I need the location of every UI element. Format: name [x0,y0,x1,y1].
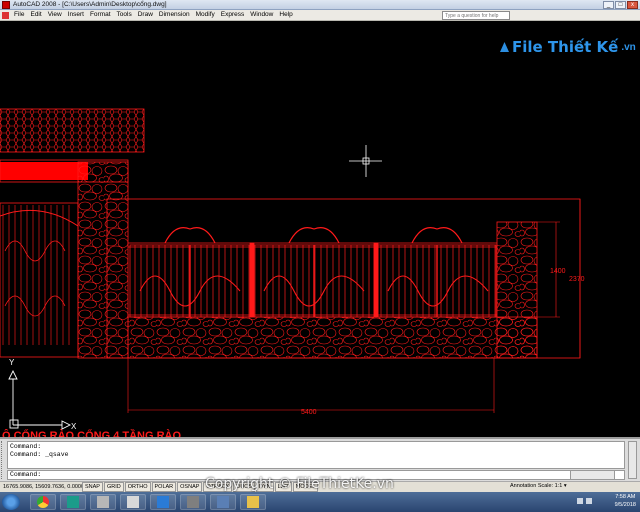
clock-time: 7:58 AM [615,494,636,500]
window-controls: _ □ x [603,1,638,9]
vertical-scrollbar[interactable] [628,441,637,479]
roof-hatch [0,108,145,153]
right-pillar [496,221,538,359]
menu-file[interactable]: File [14,11,24,18]
help-search-input[interactable] [442,11,510,20]
stone-base [127,316,538,359]
chrome-icon[interactable] [30,494,56,510]
app-icon[interactable] [90,494,116,510]
app-icon[interactable] [210,494,236,510]
toggle-polar[interactable]: POLAR [151,482,177,492]
menu-window[interactable]: Window [250,11,273,18]
menu-view[interactable]: View [48,11,62,18]
menu-draw[interactable]: Draw [138,11,153,18]
drawing-canvas[interactable]: 1400 2370 5400 Ô CỔNG RÀO CỔNG 4 TẦNG RÀ… [0,21,640,437]
app-icon[interactable] [180,494,206,510]
logo-mark-icon [500,42,509,52]
app-icon[interactable] [120,494,146,510]
menu-express[interactable]: Express [221,11,244,18]
coordinate-readout: 16765.9086, 15609.7636, 0.0000 [3,484,85,490]
app-icon[interactable] [150,494,176,510]
menu-tools[interactable]: Tools [117,11,132,18]
toggle-grid[interactable]: GRID [103,482,124,492]
history-line: Command: [10,443,42,450]
system-tray-icons [577,498,592,504]
ucs-x-label: X [71,422,77,431]
dim-width: 5400 [301,409,317,416]
copyright-watermark: Copyright © FileThietKe.vn [205,476,394,492]
toggle-osnap[interactable]: OSNAP [177,482,203,492]
autocad-icon[interactable] [60,494,86,510]
network-icon[interactable] [586,498,592,504]
red-band [0,162,88,180]
command-grip-handle[interactable] [1,441,5,479]
command-history: Command: Command: _qsave [7,441,625,469]
menu-edit[interactable]: Edit [30,11,41,18]
flag-icon[interactable] [577,498,583,504]
menu-dimension[interactable]: Dimension [159,11,190,18]
ucs-icon [8,369,72,430]
bottom-caption: Ô CỔNG RÀO CỔNG 4 TẦNG RÀO [2,429,182,437]
filethietke-logo: File Thiết Kế .vn [500,38,636,56]
ucs-y-label: Y [9,358,15,367]
clock[interactable]: 7:58 AM 9/5/2018 [615,493,636,509]
fence-panels [128,227,497,318]
clock-date: 9/5/2018 [614,502,636,508]
menu-help[interactable]: Help [279,11,292,18]
taskbar: 7:58 AM 9/5/2018 [0,492,640,512]
menu-bar: File Edit View Insert Format Tools Draw … [0,10,640,21]
menu-list: File Edit View Insert Format Tools Draw … [14,11,293,18]
title-bar: AutoCAD 2008 - [C:\Users\Admin\Desktop\c… [0,0,640,10]
menu-insert[interactable]: Insert [68,11,84,18]
history-line: Command: _qsave [10,451,69,458]
command-window: Command: Command: _qsave Command: [0,437,640,481]
dim-height-1: 1400 [550,268,566,275]
autocad-icon[interactable] [2,1,10,9]
minimize-button[interactable]: _ [603,1,614,9]
maximize-button[interactable]: □ [615,1,626,9]
cad-drawing: 1400 2370 5400 Ô CỔNG RÀO CỔNG 4 TẦNG RÀ… [0,108,585,437]
left-pillar [77,161,129,359]
horizontal-scrollbar[interactable] [570,470,615,480]
start-button[interactable] [2,494,20,510]
logo-suffix: .vn [621,41,636,53]
app-icon[interactable] [240,494,266,510]
menu-modify[interactable]: Modify [196,11,215,18]
toggle-snap[interactable]: SNAP [82,482,103,492]
logo-text: File Thiết Kế [512,38,619,56]
menu-format[interactable]: Format [90,11,111,18]
document-icon[interactable] [2,12,9,19]
close-button[interactable]: x [627,1,638,9]
window-title: AutoCAD 2008 - [C:\Users\Admin\Desktop\c… [13,1,167,8]
dim-height-2: 2370 [569,276,585,283]
annotation-scale[interactable]: Annotation Scale: 1:1 ▾ [510,483,567,489]
crosshair-cursor [349,145,382,177]
toggle-ortho[interactable]: ORTHO [124,482,151,492]
